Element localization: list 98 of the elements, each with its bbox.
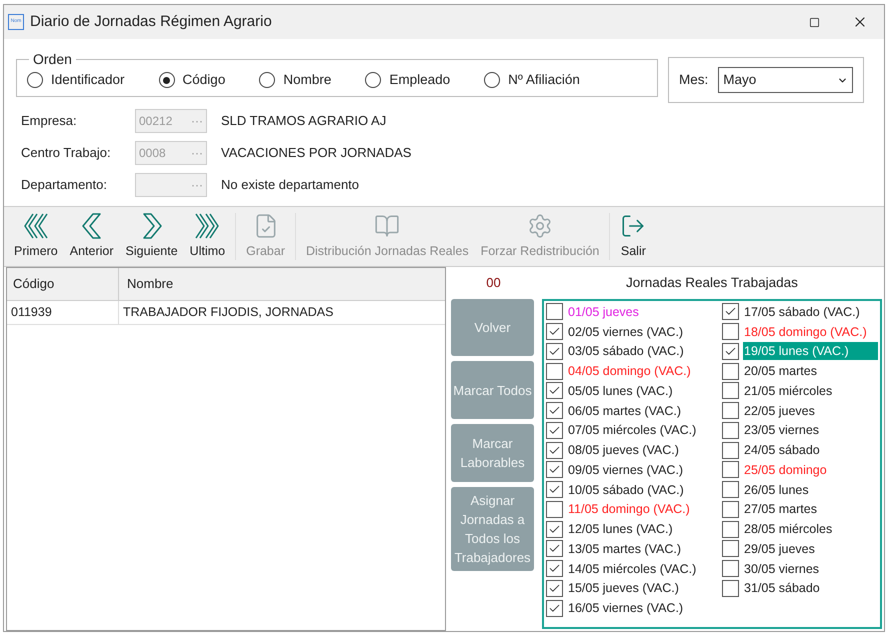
- checkbox[interactable]: [722, 500, 739, 518]
- radio-button[interactable]: [484, 72, 500, 88]
- checkbox[interactable]: [546, 600, 563, 617]
- checkbox[interactable]: [546, 402, 563, 420]
- checkbox[interactable]: [546, 481, 563, 498]
- toolbar-button[interactable]: Salir: [614, 207, 652, 266]
- table-cell: 011939: [7, 301, 119, 324]
- day-label[interactable]: 18/05 domingo (VAC.): [743, 322, 868, 341]
- day-label[interactable]: 10/05 sábado (VAC.): [567, 480, 685, 499]
- window-title: Diario de Jornadas Régimen Agrario: [30, 12, 272, 32]
- radio-button[interactable]: [158, 72, 175, 88]
- checkbox[interactable]: [722, 342, 739, 360]
- day-label[interactable]: 13/05 martes (VAC.): [567, 540, 682, 558]
- checkbox[interactable]: [722, 303, 739, 320]
- day-label[interactable]: 02/05 viernes (VAC.): [567, 322, 684, 341]
- day-label[interactable]: 11/05 domingo (VAC.): [567, 500, 691, 518]
- day-label[interactable]: 07/05 miércoles (VAC.): [567, 421, 698, 440]
- radio-button[interactable]: [365, 72, 382, 88]
- checkbox[interactable]: [546, 382, 563, 400]
- radio-label[interactable]: Nombre: [283, 70, 332, 90]
- day-label[interactable]: 27/05 martes: [743, 500, 818, 518]
- checkbox[interactable]: [546, 303, 563, 320]
- checkbox[interactable]: [546, 520, 563, 538]
- day-label[interactable]: 01/05 jueves: [567, 302, 640, 321]
- day-label[interactable]: 29/05 jueves: [743, 540, 816, 558]
- checkbox[interactable]: [722, 461, 739, 478]
- checkbox[interactable]: [722, 481, 739, 498]
- checkbox[interactable]: [722, 402, 739, 420]
- checkbox[interactable]: [722, 540, 739, 558]
- day-label[interactable]: 28/05 miércoles: [743, 520, 834, 538]
- day-label[interactable]: 24/05 sábado: [743, 441, 821, 460]
- day-label[interactable]: 09/05 viernes (VAC.): [567, 460, 684, 479]
- checkbox[interactable]: [546, 323, 563, 340]
- double-chevron-right-icon: [195, 212, 220, 239]
- radio-label[interactable]: Empleado: [389, 70, 450, 90]
- day-label[interactable]: 12/05 lunes (VAC.): [567, 520, 674, 538]
- checkbox[interactable]: [722, 422, 739, 439]
- column-header[interactable]: Nombre: [119, 268, 445, 300]
- day-label[interactable]: 15/05 jueves (VAC.): [567, 579, 680, 598]
- checkbox[interactable]: [722, 442, 739, 459]
- day-label[interactable]: 26/05 lunes: [743, 480, 810, 499]
- radio-button[interactable]: [27, 72, 43, 88]
- radio-label[interactable]: Nº Afiliación: [508, 70, 580, 90]
- count-label: 00: [485, 274, 502, 292]
- checkbox[interactable]: [546, 422, 563, 439]
- field-label: Centro Trabajo:: [21, 144, 112, 162]
- checkbox[interactable]: [546, 560, 563, 578]
- radio-label[interactable]: Identificador: [51, 70, 125, 90]
- checkbox[interactable]: [722, 382, 739, 400]
- day-label[interactable]: 31/05 sábado: [743, 579, 821, 598]
- field-label: Departamento:: [21, 176, 108, 194]
- day-label[interactable]: 25/05 domingo: [743, 460, 828, 479]
- table-cell-text: TRABAJADOR FIJODIS, JORNADAS: [122, 304, 334, 322]
- month-label: Mes:: [679, 70, 708, 89]
- toolbar-button[interactable]: Siguiente: [120, 207, 184, 266]
- checkbox[interactable]: [722, 362, 739, 380]
- toolbar-button[interactable]: Ultimo: [184, 207, 232, 266]
- checkbox[interactable]: [546, 362, 563, 380]
- checkbox[interactable]: [722, 323, 739, 340]
- day-label[interactable]: 06/05 martes (VAC.): [567, 402, 682, 420]
- day-label[interactable]: 20/05 martes: [743, 362, 818, 380]
- settings-icon: [526, 212, 553, 239]
- checkbox[interactable]: [722, 580, 739, 597]
- field-label: Empresa:: [21, 112, 78, 130]
- field-description: VACACIONES POR JORNADAS: [221, 144, 412, 162]
- day-label[interactable]: 03/05 sábado (VAC.): [567, 342, 685, 360]
- checkbox[interactable]: [546, 461, 563, 478]
- exit-icon: [620, 212, 646, 239]
- radio-button[interactable]: [259, 72, 276, 88]
- day-label[interactable]: 17/05 sábado (VAC.): [743, 302, 861, 321]
- checkbox[interactable]: [722, 520, 739, 538]
- group-legend: Orden: [29, 49, 76, 70]
- field-description: No existe departamento: [221, 176, 360, 194]
- book-icon: [374, 212, 400, 239]
- toolbar-button[interactable]: Anterior: [64, 207, 120, 266]
- day-label[interactable]: 30/05 viernes: [743, 560, 820, 578]
- day-label[interactable]: 14/05 miércoles (VAC.): [567, 560, 698, 578]
- radio-label[interactable]: Código: [182, 70, 226, 90]
- list-title: Jornadas Reales Trabajadas: [626, 274, 798, 292]
- day-label[interactable]: 08/05 jueves (VAC.): [567, 441, 680, 460]
- field-description: SLD TRAMOS AGRARIO AJ: [221, 112, 386, 130]
- day-label[interactable]: 04/05 domingo (VAC.): [567, 362, 692, 380]
- day-label[interactable]: 16/05 viernes (VAC.): [567, 599, 684, 618]
- checkbox[interactable]: [546, 500, 563, 518]
- checkbox[interactable]: [546, 342, 563, 360]
- checkbox[interactable]: [546, 540, 563, 558]
- day-label[interactable]: 05/05 lunes (VAC.): [567, 382, 674, 400]
- maximize-icon: [808, 16, 820, 28]
- checkbox[interactable]: [546, 580, 563, 597]
- day-label[interactable]: 22/05 jueves: [743, 402, 816, 420]
- column-header[interactable]: Código: [7, 268, 119, 300]
- double-chevron-left-icon: [24, 212, 48, 239]
- checkbox[interactable]: [546, 442, 563, 459]
- toolbar-button[interactable]: Primero: [8, 207, 64, 266]
- day-label[interactable]: 21/05 miércoles: [743, 382, 834, 400]
- checkbox[interactable]: [722, 560, 739, 578]
- day-label[interactable]: 23/05 viernes: [743, 421, 820, 440]
- month-dropdown[interactable]: Mayo: [718, 67, 853, 93]
